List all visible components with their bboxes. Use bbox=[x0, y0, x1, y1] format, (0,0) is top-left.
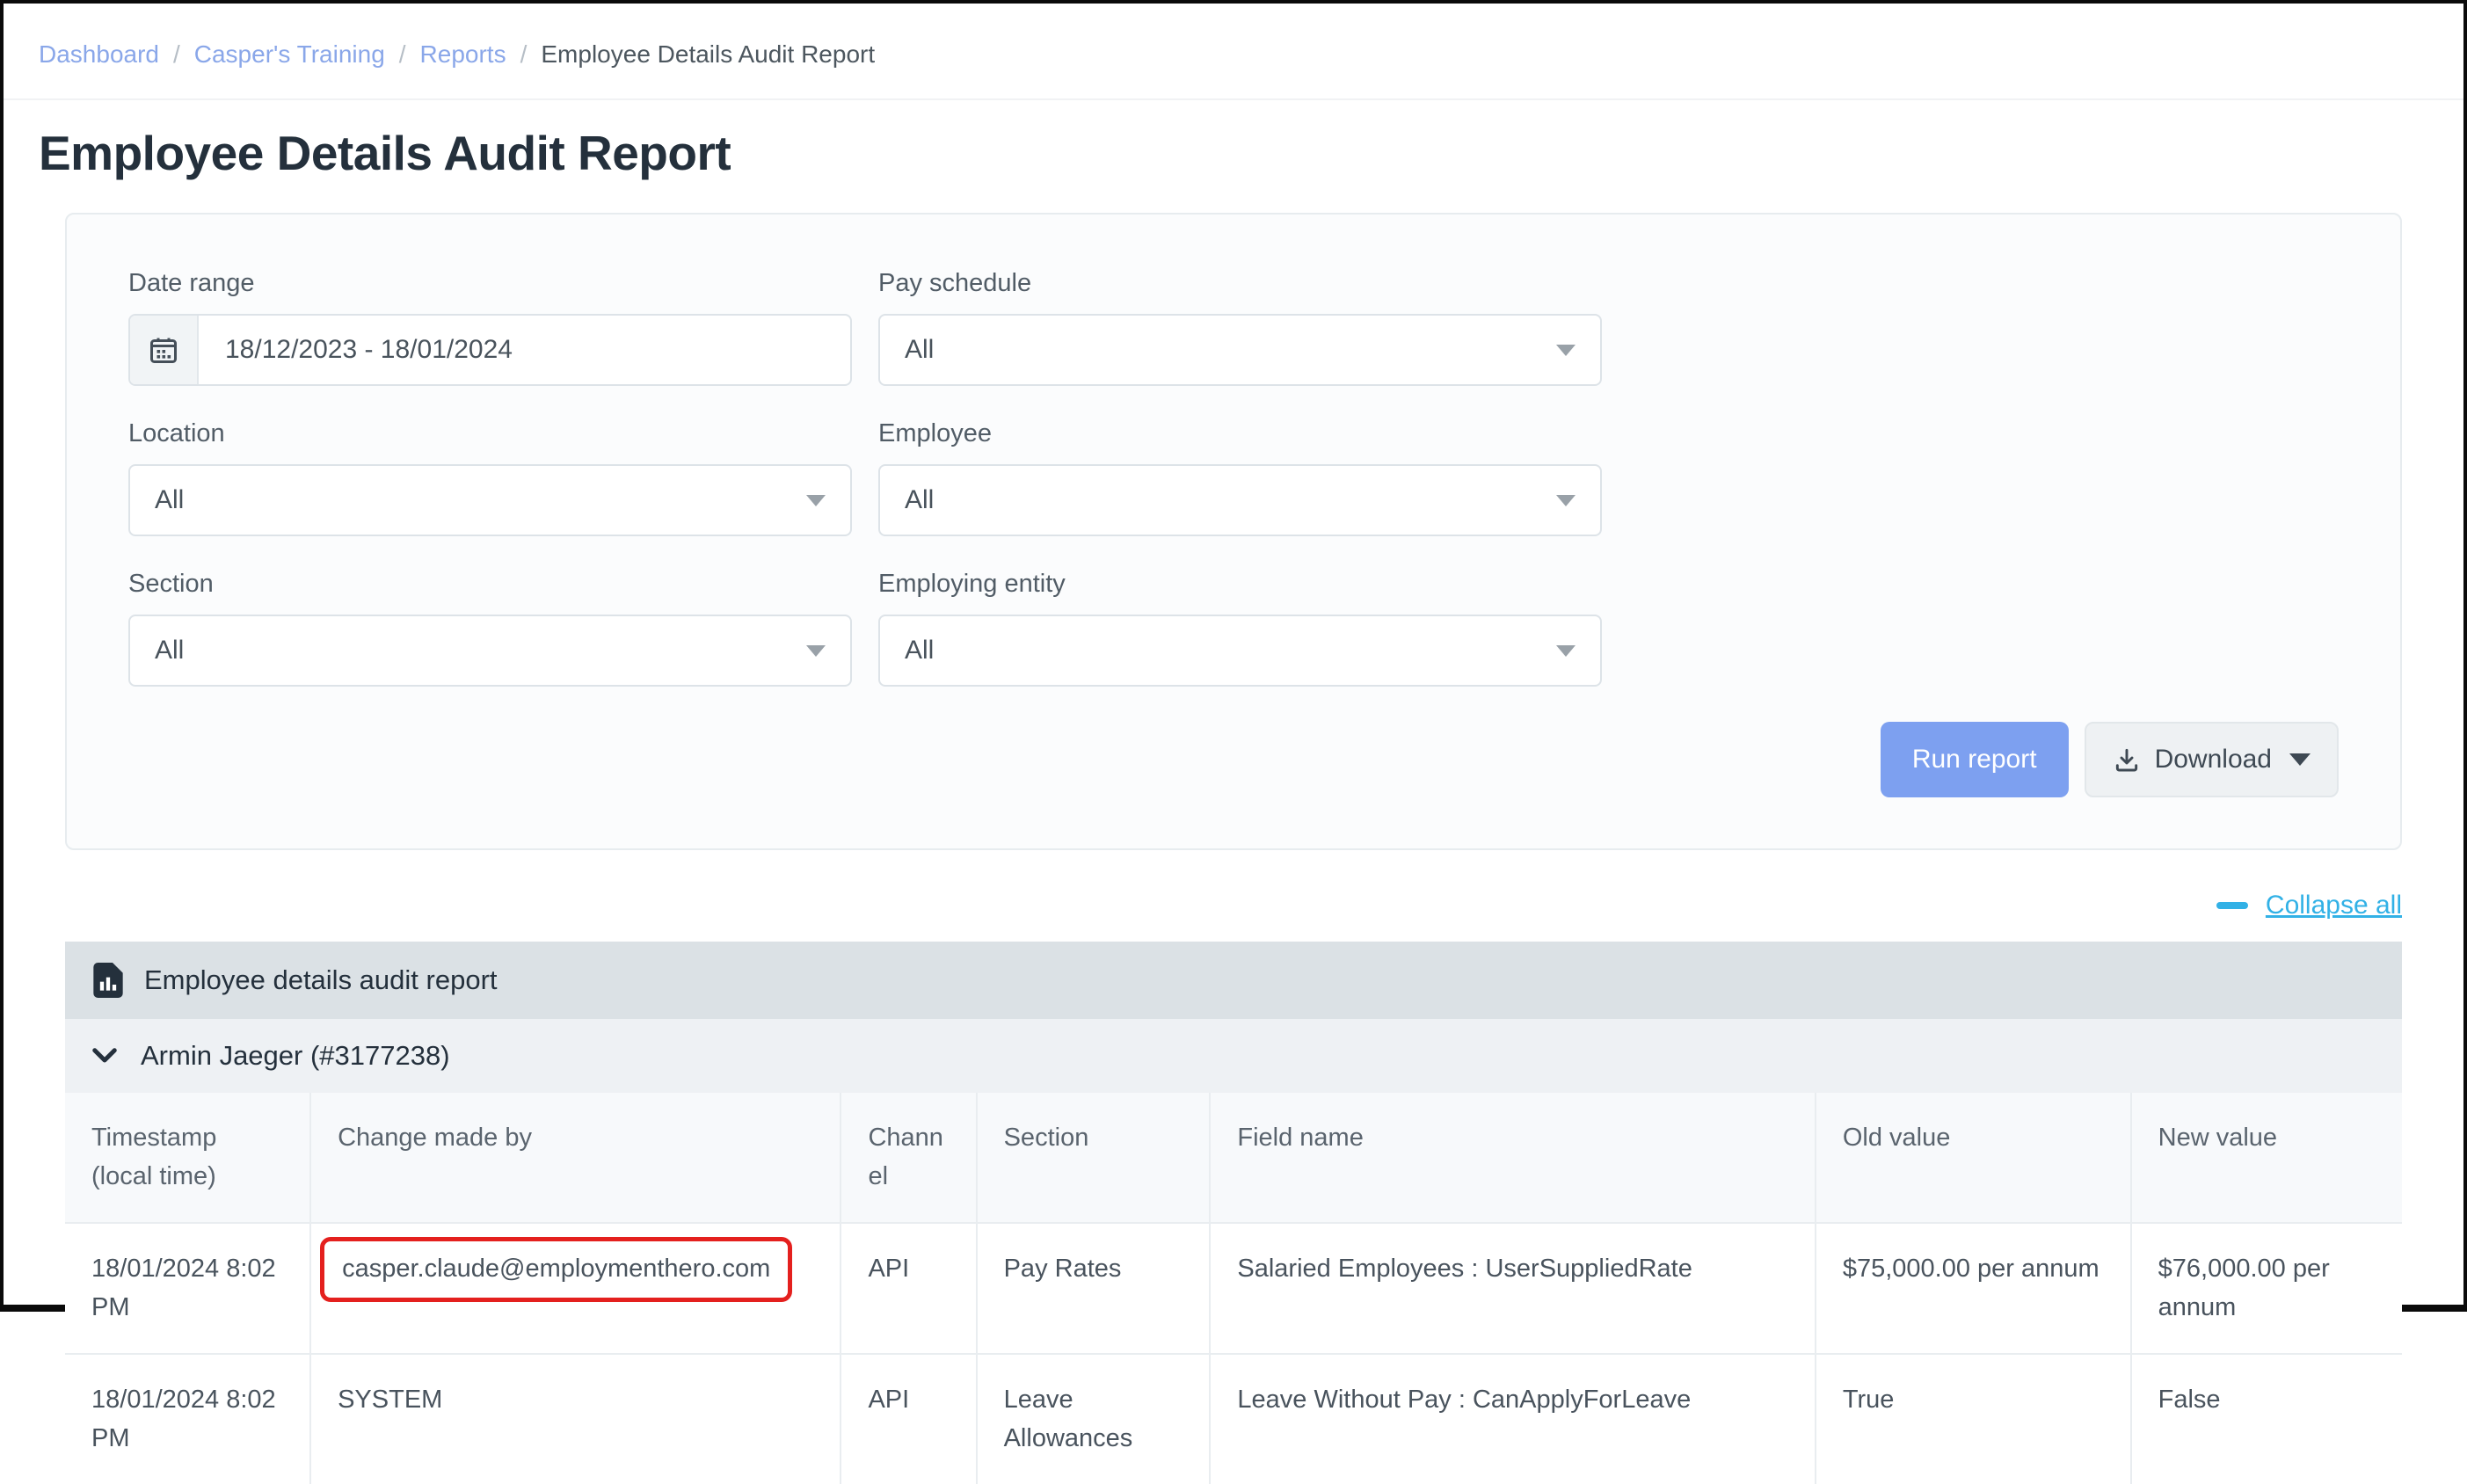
cell-new-value: $76,000.00 per annum bbox=[2131, 1223, 2402, 1354]
breadcrumb-link-reports[interactable]: Reports bbox=[420, 40, 506, 69]
cell-timestamp: 18/01/2024 8:02 PM bbox=[65, 1354, 310, 1484]
cell-timestamp: 18/01/2024 8:02 PM bbox=[65, 1223, 310, 1354]
cell-section: Pay Rates bbox=[977, 1223, 1211, 1354]
cell-old-value: $75,000.00 per annum bbox=[1816, 1223, 2131, 1354]
employing-entity-field: Employing entity All bbox=[878, 570, 1602, 687]
date-range-field: Date range bbox=[128, 269, 852, 386]
pay-schedule-value: All bbox=[905, 335, 934, 365]
cell-new-value: False bbox=[2131, 1354, 2402, 1484]
table-row: 18/01/2024 8:02 PM SYSTEM API Leave Allo… bbox=[65, 1354, 2402, 1484]
chevron-down-icon bbox=[1556, 345, 1576, 356]
section-value: All bbox=[155, 636, 184, 666]
report-header-title: Employee details audit report bbox=[144, 964, 498, 996]
panel-actions: Run report Download bbox=[128, 722, 2339, 797]
column-header-change-made-by: Change made by bbox=[310, 1093, 841, 1223]
date-range-input[interactable]: 18/12/2023 - 18/01/2024 bbox=[128, 314, 852, 386]
date-range-label: Date range bbox=[128, 269, 852, 298]
collapse-all-link[interactable]: Collapse all bbox=[2266, 891, 2402, 920]
page-title: Employee Details Audit Report bbox=[39, 125, 2428, 181]
employee-label: Employee bbox=[878, 419, 1602, 448]
breadcrumb-link-business[interactable]: Casper's Training bbox=[194, 40, 385, 69]
column-header-field-name: Field name bbox=[1210, 1093, 1815, 1223]
employing-entity-select[interactable]: All bbox=[878, 615, 1602, 687]
pay-schedule-select[interactable]: All bbox=[878, 314, 1602, 386]
date-range-value: 18/12/2023 - 18/01/2024 bbox=[199, 335, 513, 365]
chevron-down-icon bbox=[1556, 495, 1576, 506]
chevron-down-icon bbox=[2289, 753, 2311, 766]
location-value: All bbox=[155, 485, 184, 515]
download-button-label: Download bbox=[2155, 745, 2272, 775]
calendar-icon bbox=[148, 334, 179, 366]
report-header-bar: Employee details audit report bbox=[65, 942, 2402, 1019]
employee-group-toggle[interactable]: Armin Jaeger (#3177238) bbox=[65, 1019, 2402, 1093]
table-row: 18/01/2024 8:02 PM casper.claude@employm… bbox=[65, 1223, 2402, 1354]
location-label: Location bbox=[128, 419, 852, 448]
employing-entity-label: Employing entity bbox=[878, 570, 1602, 599]
report-block: Employee details audit report Armin Jaeg… bbox=[65, 942, 2402, 1484]
section-select[interactable]: All bbox=[128, 615, 852, 687]
download-button[interactable]: Download bbox=[2085, 722, 2339, 797]
employing-entity-value: All bbox=[905, 636, 934, 666]
report-document-icon bbox=[93, 963, 123, 998]
cell-channel: API bbox=[841, 1354, 976, 1484]
cell-field-name: Leave Without Pay : CanApplyForLeave bbox=[1210, 1354, 1815, 1484]
column-header-old-value: Old value bbox=[1816, 1093, 2131, 1223]
breadcrumb-separator: / bbox=[173, 40, 180, 69]
breadcrumb-separator: / bbox=[399, 40, 406, 69]
column-header-channel: Channel bbox=[841, 1093, 976, 1223]
change-made-by-value: casper.claude@employmenthero.com bbox=[342, 1255, 770, 1283]
location-field: Location All bbox=[128, 419, 852, 536]
breadcrumb-current: Employee Details Audit Report bbox=[541, 40, 875, 69]
minus-icon[interactable] bbox=[2216, 902, 2248, 909]
calendar-icon-addon[interactable] bbox=[130, 316, 199, 384]
cell-change-made-by: SYSTEM bbox=[310, 1354, 841, 1484]
audit-table: Timestamp (local time) Change made by Ch… bbox=[65, 1093, 2402, 1484]
pay-schedule-field: Pay schedule All bbox=[878, 269, 1602, 386]
column-header-section: Section bbox=[977, 1093, 1211, 1223]
cell-channel: API bbox=[841, 1223, 976, 1354]
chevron-down-icon bbox=[91, 1046, 118, 1066]
chevron-down-icon bbox=[806, 645, 826, 657]
breadcrumb-separator: / bbox=[520, 40, 528, 69]
employee-group-label: Armin Jaeger (#3177238) bbox=[141, 1040, 450, 1072]
table-header-row: Timestamp (local time) Change made by Ch… bbox=[65, 1093, 2402, 1223]
annotation-red-box: casper.claude@employmenthero.com bbox=[320, 1237, 792, 1302]
employee-field: Employee All bbox=[878, 419, 1602, 536]
run-report-button[interactable]: Run report bbox=[1881, 722, 2069, 797]
filter-panel: Date range bbox=[65, 213, 2402, 850]
location-select[interactable]: All bbox=[128, 464, 852, 536]
download-icon bbox=[2113, 746, 2141, 774]
section-field: Section All bbox=[128, 570, 852, 687]
employee-value: All bbox=[905, 485, 934, 515]
cell-section: Leave Allowances bbox=[977, 1354, 1211, 1484]
section-label: Section bbox=[128, 570, 852, 599]
breadcrumb-link-dashboard[interactable]: Dashboard bbox=[39, 40, 159, 69]
pay-schedule-label: Pay schedule bbox=[878, 269, 1602, 298]
collapse-all-row: Collapse all bbox=[65, 891, 2402, 920]
cell-field-name: Salaried Employees : UserSuppliedRate bbox=[1210, 1223, 1815, 1354]
cell-change-made-by: casper.claude@employmenthero.com bbox=[310, 1223, 841, 1354]
column-header-timestamp: Timestamp (local time) bbox=[65, 1093, 310, 1223]
cell-old-value: True bbox=[1816, 1354, 2131, 1484]
chevron-down-icon bbox=[1556, 645, 1576, 657]
employee-select[interactable]: All bbox=[878, 464, 1602, 536]
breadcrumb: Dashboard / Casper's Training / Reports … bbox=[4, 4, 2463, 100]
column-header-new-value: New value bbox=[2131, 1093, 2402, 1223]
chevron-down-icon bbox=[806, 495, 826, 506]
